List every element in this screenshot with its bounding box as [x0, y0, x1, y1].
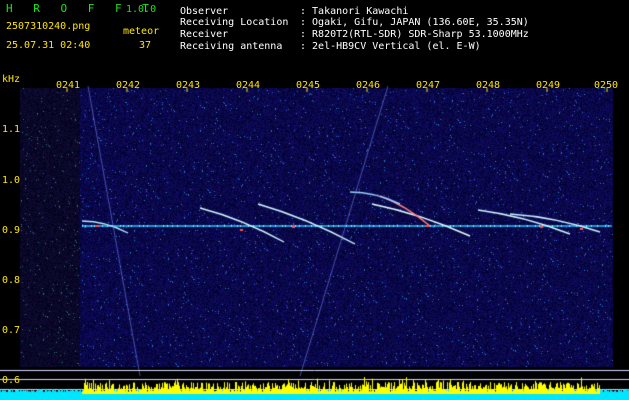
x-tick-label: 0244 — [236, 80, 261, 91]
x-tick-label: 0246 — [356, 80, 381, 91]
datetime: 25.07.31 02:40 — [6, 40, 91, 51]
x-tick-label: 0245 — [296, 80, 321, 91]
info-label-receiver: Receiver — [180, 29, 229, 40]
x-tick-label: 0249 — [536, 80, 561, 91]
y-tick-label: 1.0 — [2, 175, 21, 186]
y-tick-label: 0.6 — [2, 375, 21, 386]
y-tick-label: 0.7 — [2, 325, 21, 336]
app-version: 1.0.0 — [126, 4, 157, 15]
filename: 2507310240.png — [6, 21, 91, 32]
spectrogram-plot — [0, 76, 629, 400]
info-value-location: : Ogaki, Gifu, JAPAN (136.60E, 35.35N) — [300, 17, 529, 28]
meteor-count: 37 — [139, 40, 152, 51]
y-tick-label: 1.1 — [2, 124, 21, 135]
info-value-antenna: : 2el-HB9CV Vertical (el. E-W) — [300, 41, 481, 52]
y-axis-label: kHz — [2, 74, 21, 85]
meteor-label: meteor — [123, 26, 160, 37]
x-tick-label: 0241 — [56, 80, 81, 91]
x-tick-label: 0250 — [594, 80, 619, 91]
x-tick-label: 0242 — [116, 80, 141, 91]
x-tick-label: 0247 — [416, 80, 441, 91]
info-label-location: Receiving Location — [180, 17, 289, 28]
y-tick-label: 0.8 — [2, 275, 21, 286]
hrofft-spectrogram-window: H R O F F T 1.0.0 2507310240.png 25.07.3… — [0, 0, 629, 400]
header-panel: H R O F F T 1.0.0 2507310240.png 25.07.3… — [0, 0, 629, 76]
info-label-antenna: Receiving antenna — [180, 41, 283, 52]
info-value-receiver: : R820T2(RTL-SDR) SDR-Sharp 53.1000MHz — [300, 29, 529, 40]
x-tick-label: 0248 — [476, 80, 501, 91]
x-tick-label: 0243 — [176, 80, 201, 91]
y-tick-label: 0.9 — [2, 225, 21, 236]
